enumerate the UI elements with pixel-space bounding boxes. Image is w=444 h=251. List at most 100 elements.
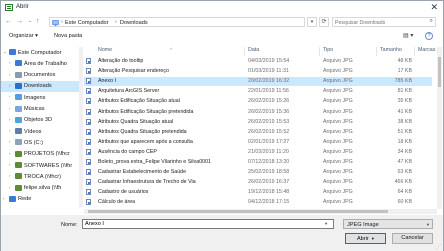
cancel-button[interactable]: Cancelar (392, 233, 433, 244)
nav-item[interactable]: › Documentos (1, 70, 79, 81)
help-icon[interactable]: ? (425, 32, 433, 40)
nav-item[interactable]: › Imagens (1, 92, 79, 103)
file-row[interactable]: Ausência do campo CEP 21/03/2019 11:20 Arq… (84, 148, 432, 156)
file-row[interactable]: Cadastrar Estabelecimento de Saúde 25/02/… (84, 168, 432, 176)
expand-chevron-icon[interactable]: › (9, 94, 11, 99)
scrollbar-thumb[interactable] (438, 57, 441, 87)
file-list-scrollbar[interactable] (437, 47, 442, 209)
expand-chevron-icon[interactable]: › (9, 173, 11, 178)
file-row[interactable]: Arquitetura ArcGIS Server 22/01/2019 11:5… (84, 87, 432, 95)
navigation-pane: ⌄ Este Computador › Área de Trabalho › Docume… (1, 47, 81, 209)
expand-chevron-icon[interactable]: › (9, 117, 11, 122)
resize-grip-icon[interactable]: ⋰ (436, 244, 441, 250)
up-arrow-icon[interactable]: ↑ (36, 17, 40, 26)
search-icon[interactable]: ⌕ (430, 18, 433, 25)
file-row[interactable]: Boleto_prova extra_Felipe Vilarinho e Si… (84, 158, 432, 166)
file-name-dropdown-icon[interactable]: ▾ (325, 221, 327, 227)
column-header-size[interactable]: Tamanho (380, 47, 402, 56)
file-size: 47 KB (397, 159, 412, 165)
column-header-type[interactable]: Tipo (323, 47, 333, 56)
expand-chevron-icon[interactable]: › (9, 83, 11, 88)
breadcrumb-item[interactable]: Este Computador (65, 20, 109, 26)
close-icon[interactable]: ✕ (430, 2, 438, 12)
nav-item[interactable]: › felipe.silva (\\fh (1, 183, 79, 194)
breadcrumb-item[interactable]: Downloads (120, 20, 148, 26)
nav-scrollbar[interactable] (79, 47, 83, 207)
nav-item[interactable]: › SOFTWARES (\\fhr (1, 160, 79, 171)
nav-item[interactable]: › TROCA (\\fhcr) (1, 171, 79, 182)
expand-chevron-icon[interactable]: › (9, 60, 11, 65)
folder-icon (15, 82, 22, 89)
change-view-icon[interactable]: ▤ ▾ (403, 32, 413, 39)
file-row[interactable]: Anexo I 20/02/2019 16:32 Arquivo JPG 785 KB (84, 77, 432, 86)
file-date: 04/12/2018 17:15 (248, 199, 290, 206)
file-row[interactable]: Alteração do tooltip 04/03/2019 15:54 Arqu… (84, 57, 432, 65)
column-header-tags[interactable]: Marcas (418, 47, 435, 56)
expand-chevron-icon[interactable]: › (9, 106, 11, 111)
refresh-icon[interactable]: ⟳ (319, 17, 329, 27)
back-arrow-icon[interactable]: ← (5, 17, 12, 26)
horizontal-scrollbar[interactable] (84, 209, 437, 214)
expand-chevron-icon[interactable]: › (9, 151, 11, 156)
column-divider[interactable] (414, 47, 415, 56)
nav-item-label: Área de Trabalho (24, 60, 67, 67)
chevron-down-icon: ▾ (371, 236, 375, 241)
cancel-button-label: Cancelar (401, 235, 424, 241)
nav-item[interactable]: › Rede (1, 194, 79, 205)
file-row[interactable]: Cálculo de área 04/12/2018 17:15 Arquivo J… (84, 198, 432, 206)
file-row[interactable]: Alteração Pesquisar endereço 01/03/2019 1… (84, 67, 432, 75)
nav-item-label: Documentos (24, 72, 56, 79)
scrollbar-thumb[interactable] (88, 210, 388, 213)
computer-icon (52, 19, 59, 26)
nav-item[interactable]: › Músicas (1, 104, 79, 115)
nav-item[interactable]: › Downloads (1, 80, 79, 92)
breadcrumb-separator: › (115, 19, 117, 25)
folder-icon (15, 105, 22, 112)
file-row[interactable]: Atributos Edificação Situação pretendida… (84, 108, 432, 116)
jpg-file-icon (86, 179, 91, 186)
recent-locations-icon[interactable]: ⌄ (28, 17, 32, 26)
file-name: Atributos Edificação Situação pretendida (98, 108, 194, 115)
file-date: 26/02/2019 15:36 (248, 108, 290, 115)
nav-item-label: Downloads (24, 83, 52, 90)
new-folder-button[interactable]: Nova pasta (54, 33, 82, 39)
file-size: 48 KB (397, 58, 412, 64)
file-row[interactable]: Atributos Edificação Situação atual 26/02… (84, 97, 432, 105)
column-divider[interactable] (244, 47, 245, 56)
nav-item[interactable]: › Objetos 3D (1, 115, 79, 126)
expand-chevron-icon[interactable]: › (9, 128, 11, 133)
open-button[interactable]: Abrir ▾ (345, 233, 386, 244)
nav-item[interactable]: › Vídeos (1, 126, 79, 137)
search-input[interactable] (335, 19, 423, 26)
file-row[interactable]: Atributos que aparecem após a consulta 02… (84, 138, 432, 146)
nav-item[interactable]: ⌄ Este Computador (1, 47, 79, 58)
column-header-name[interactable]: Nome (98, 47, 112, 56)
address-dropdown-icon[interactable]: ▾ (307, 17, 317, 27)
folder-icon (15, 173, 22, 180)
address-row: ← → ⌄ ↑ › Este Computador › Downloads ▾ … (1, 15, 443, 29)
nav-item[interactable]: › PROJETOS (\\fhcr (1, 149, 79, 160)
nav-item[interactable]: › OS (C:) (1, 137, 79, 148)
expand-chevron-icon[interactable]: › (9, 72, 11, 77)
organize-menu[interactable]: Organizar ▾ (9, 33, 38, 39)
expand-chevron-icon[interactable]: › (9, 185, 11, 190)
file-type-select[interactable]: JPEG Image ▾ (343, 219, 433, 229)
expand-chevron-icon[interactable]: › (9, 162, 11, 167)
expand-chevron-icon[interactable]: › (9, 139, 11, 144)
file-row[interactable]: Cadastro de usuários 19/12/2018 15:48 Arqu… (84, 188, 432, 196)
file-row[interactable]: Atributos Quadra Situação atual 26/02/201… (84, 118, 432, 126)
file-row[interactable]: Cadastrar Infraestrutura de Trecho de Vi… (84, 178, 432, 186)
file-date: 22/01/2019 11:56 (248, 88, 289, 95)
column-header-date[interactable]: Data (248, 47, 259, 56)
column-divider[interactable] (376, 47, 377, 56)
file-type: Arquivo JPG (323, 169, 353, 176)
folder-icon (15, 139, 22, 146)
nav-item[interactable]: › Área de Trabalho (1, 58, 79, 69)
forward-arrow-icon[interactable]: → (16, 17, 23, 26)
address-bar[interactable]: › Este Computador › Downloads (49, 17, 305, 27)
expand-chevron-icon[interactable]: › (3, 196, 5, 201)
column-divider[interactable] (319, 47, 320, 56)
file-row[interactable]: Atributos Quadra Situação pretendida 26/0… (84, 128, 432, 136)
file-name-input[interactable] (82, 219, 334, 229)
expand-chevron-icon[interactable]: ⌄ (3, 49, 7, 55)
